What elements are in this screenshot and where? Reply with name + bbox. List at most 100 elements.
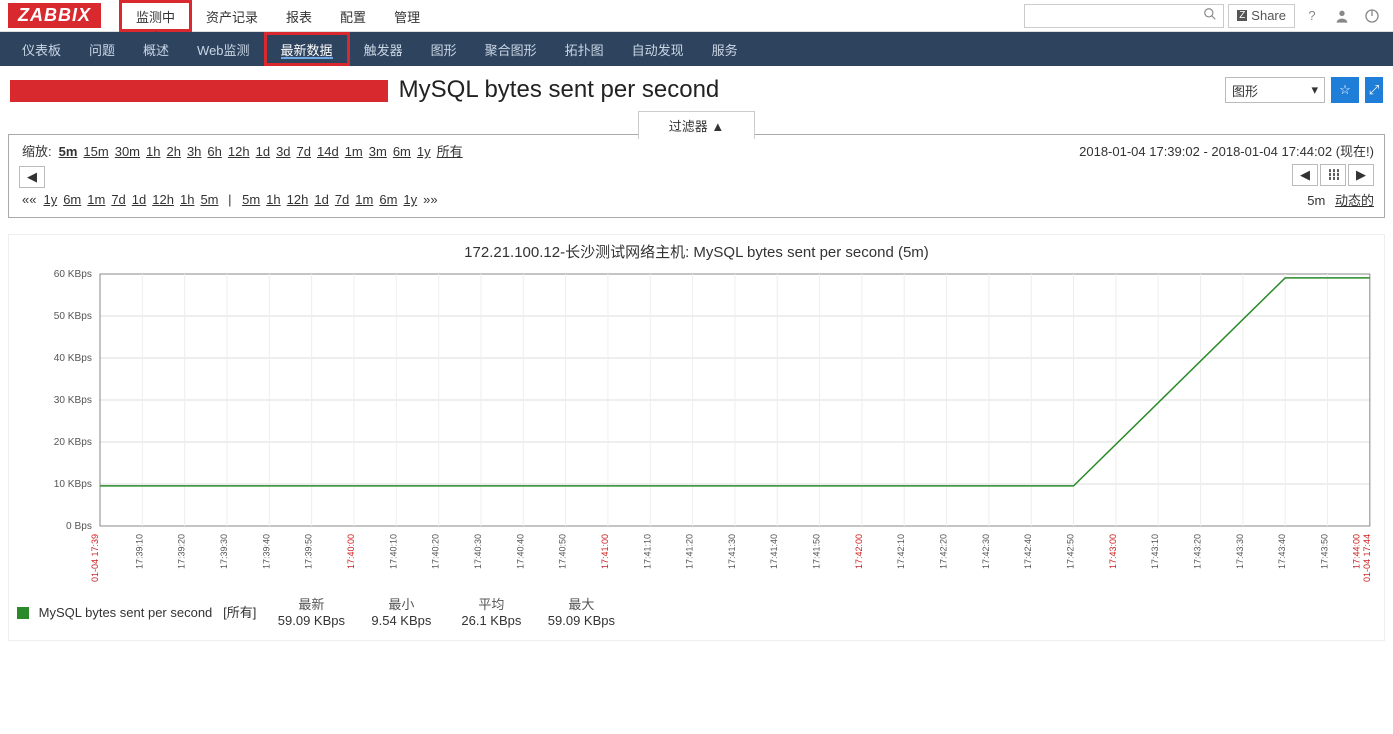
legend-avg-value: 26.1 KBps xyxy=(461,613,521,628)
page-title: MySQL bytes sent per second xyxy=(10,76,719,104)
hist-link-1-6m[interactable]: 6m xyxy=(379,192,397,207)
hist-link-0-1d[interactable]: 1d xyxy=(132,192,146,207)
search-icon xyxy=(1203,7,1217,24)
subnav-item-4[interactable]: 最新数据 xyxy=(264,32,350,66)
zoom-option-1m[interactable]: 1m xyxy=(345,144,363,159)
subnav-item-6[interactable]: 图形 xyxy=(417,32,471,66)
svg-text:17:39:30: 17:39:30 xyxy=(219,534,229,569)
logo[interactable]: ZABBIX xyxy=(8,3,101,28)
share-button[interactable]: Z Share xyxy=(1228,4,1295,28)
hist-link-0-12h[interactable]: 12h xyxy=(152,192,174,207)
zoom-option-所有[interactable]: 所有 xyxy=(437,144,463,159)
center-button[interactable]: ┇┇┇ xyxy=(1320,164,1346,186)
topnav-item-0[interactable]: 监测中 xyxy=(119,0,192,32)
user-icon[interactable] xyxy=(1329,3,1355,29)
hist-suffix: »» xyxy=(423,192,437,207)
right-meta: 5m 动态的 xyxy=(1301,190,1374,209)
zoom-option-6m[interactable]: 6m xyxy=(393,144,411,159)
subnav-item-10[interactable]: 服务 xyxy=(698,32,752,66)
view-mode-select[interactable]: 图形 ▾ xyxy=(1225,77,1325,103)
zoom-option-1h[interactable]: 1h xyxy=(146,144,160,159)
zoom-option-7d[interactable]: 7d xyxy=(297,144,311,159)
zoom-option-2h[interactable]: 2h xyxy=(166,144,180,159)
hist-link-0-1m[interactable]: 1m xyxy=(87,192,105,207)
zoom-option-30m[interactable]: 30m xyxy=(115,144,140,159)
view-mode-label: 图形 xyxy=(1232,81,1258,100)
star-icon: ☆ xyxy=(1339,82,1351,98)
help-icon[interactable]: ? xyxy=(1299,3,1325,29)
hist-link-1-7d[interactable]: 7d xyxy=(335,192,349,207)
subnav-item-2[interactable]: 概述 xyxy=(129,32,183,66)
hist-link-0-7d[interactable]: 7d xyxy=(111,192,125,207)
topnav-item-2[interactable]: 报表 xyxy=(272,0,326,32)
zoom-option-1d[interactable]: 1d xyxy=(256,144,270,159)
right-meta-duration[interactable]: 5m xyxy=(1307,193,1325,208)
favorite-button[interactable]: ☆ xyxy=(1331,77,1359,103)
legend-avg: 平均 26.1 KBps xyxy=(456,594,526,628)
step-back-button[interactable]: ◀ xyxy=(1292,164,1318,186)
time-control-right: ◀ ┇┇┇ ▶ 5m 动态的 xyxy=(1292,164,1374,209)
chart-title: 172.21.100.12-长沙测试网络主机: MySQL bytes sent… xyxy=(9,241,1384,262)
search-input[interactable] xyxy=(1024,4,1224,28)
subnav-item-0[interactable]: 仪表板 xyxy=(8,32,75,66)
svg-text:17:41:50: 17:41:50 xyxy=(812,534,822,569)
zoom-option-3d[interactable]: 3d xyxy=(276,144,290,159)
zoom-option-1y[interactable]: 1y xyxy=(417,144,431,159)
subnav-item-8[interactable]: 拓扑图 xyxy=(551,32,618,66)
topnav-item-4[interactable]: 管理 xyxy=(380,0,434,32)
subnav-item-1[interactable]: 问题 xyxy=(75,32,129,66)
topnav-item-1[interactable]: 资产记录 xyxy=(192,0,272,32)
subnav-item-3[interactable]: Web监测 xyxy=(183,32,264,66)
svg-text:17:41:30: 17:41:30 xyxy=(727,534,737,569)
time-control-row1: 缩放: 5m 15m 30m 1h 2h 3h 6h 12h 1d 3d 7d 14d 1m 3m 6m 1y 所… xyxy=(19,141,1374,160)
zoom-option-5m[interactable]: 5m xyxy=(59,144,78,159)
hist-link-0-5m[interactable]: 5m xyxy=(200,192,218,207)
prev-arrow-button[interactable]: ◀ xyxy=(19,166,45,188)
svg-text:17:41:20: 17:41:20 xyxy=(685,534,695,569)
subnav-item-9[interactable]: 自动发现 xyxy=(618,32,698,66)
svg-text:17:42:10: 17:42:10 xyxy=(896,534,906,569)
zoom-option-14d[interactable]: 14d xyxy=(317,144,339,159)
zoom-option-3h[interactable]: 3h xyxy=(187,144,201,159)
subnav-item-5[interactable]: 触发器 xyxy=(350,32,417,66)
logout-icon[interactable] xyxy=(1359,3,1385,29)
hist-link-1-1h[interactable]: 1h xyxy=(266,192,280,207)
arrow-group: ◀ ┇┇┇ ▶ xyxy=(1292,164,1374,186)
title-controls: 图形 ▾ ☆ ⤢ xyxy=(1225,77,1383,103)
zoom-option-15m[interactable]: 15m xyxy=(83,144,108,159)
legend-max-value: 59.09 KBps xyxy=(548,613,615,628)
zoom-option-12h[interactable]: 12h xyxy=(228,144,250,159)
svg-text:10 KBps: 10 KBps xyxy=(54,479,92,490)
page-title-text: MySQL bytes sent per second xyxy=(392,76,719,103)
svg-text:17:40:50: 17:40:50 xyxy=(558,534,568,569)
zoom-option-6h[interactable]: 6h xyxy=(207,144,221,159)
zoom-label: 缩放: xyxy=(22,144,52,159)
hist-link-1-1y[interactable]: 1y xyxy=(403,192,417,207)
subnav-item-7[interactable]: 聚合图形 xyxy=(471,32,551,66)
svg-text:0 Bps: 0 Bps xyxy=(66,521,92,532)
hist-link-1-5m[interactable]: 5m xyxy=(242,192,260,207)
hist-link-0-6m[interactable]: 6m xyxy=(63,192,81,207)
topnav-item-3[interactable]: 配置 xyxy=(326,0,380,32)
svg-text:17:44:00: 17:44:00 xyxy=(1352,534,1362,569)
legend-series-suffix: [所有] xyxy=(223,605,256,620)
zoom-option-3m[interactable]: 3m xyxy=(369,144,387,159)
legend-avg-label: 平均 xyxy=(478,594,504,613)
svg-text:17:39:40: 17:39:40 xyxy=(261,534,271,569)
hist-link-1-1d[interactable]: 1d xyxy=(314,192,328,207)
svg-text:17:42:40: 17:42:40 xyxy=(1023,534,1033,569)
time-control-left: ◀ ««1y6m1m7d1d12h1h5m | 5m1h12h1d7d1m6m1… xyxy=(19,166,442,207)
right-meta-mode[interactable]: 动态的 xyxy=(1335,193,1374,208)
hist-link-0-1h[interactable]: 1h xyxy=(180,192,194,207)
hist-link-1-12h[interactable]: 12h xyxy=(287,192,309,207)
fullscreen-button[interactable]: ⤢ xyxy=(1365,77,1383,103)
time-control-panel: 缩放: 5m 15m 30m 1h 2h 3h 6h 12h 1d 3d 7d 14d 1m 3m 6m 1y 所… xyxy=(8,134,1385,218)
svg-text:17:43:00: 17:43:00 xyxy=(1108,534,1118,569)
filter-toggle[interactable]: 过滤器 ▲ xyxy=(638,111,755,139)
step-fwd-button[interactable]: ▶ xyxy=(1348,164,1374,186)
hist-link-0-1y[interactable]: 1y xyxy=(43,192,57,207)
time-range-display: 2018-01-04 17:39:02 - 2018-01-04 17:44:0… xyxy=(1079,141,1374,160)
top-nav-left: ZABBIX 监测中资产记录报表配置管理 xyxy=(8,0,434,31)
svg-text:60 KBps: 60 KBps xyxy=(54,269,92,280)
hist-link-1-1m[interactable]: 1m xyxy=(355,192,373,207)
